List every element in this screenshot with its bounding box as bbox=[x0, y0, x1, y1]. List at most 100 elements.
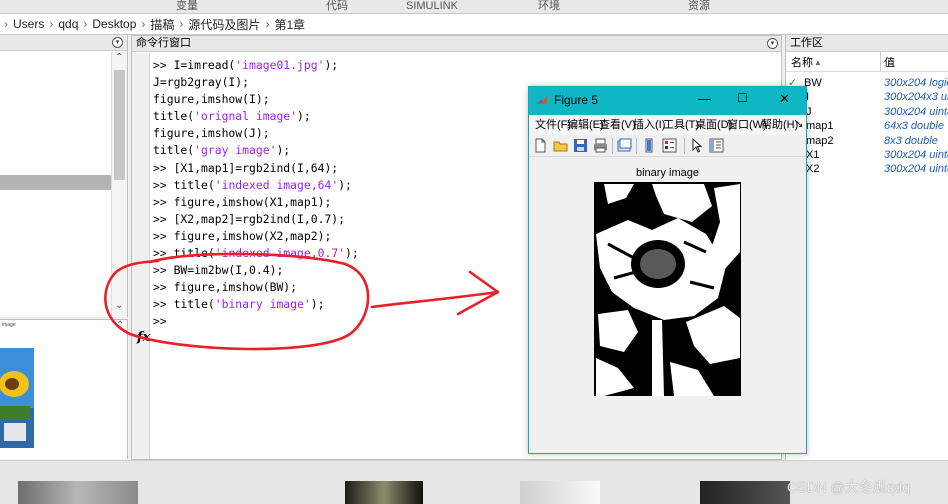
workspace-row-map2[interactable]: map2 8x3 double bbox=[786, 134, 948, 148]
colorbar-icon[interactable] bbox=[642, 138, 657, 153]
workspace-row-x2[interactable]: X2 300x204 uint8 bbox=[786, 162, 948, 176]
axes-title: binary image bbox=[636, 167, 699, 179]
breadcrumb-desktop[interactable]: Desktop bbox=[92, 17, 136, 31]
section-variable[interactable]: 变量 bbox=[176, 0, 198, 14]
workspace-row-bw[interactable]: ✓BW300x204 logical bbox=[786, 76, 948, 90]
code-text: >> title( bbox=[153, 246, 215, 261]
command-line[interactable]: >> title('indexed image,64'); bbox=[153, 177, 359, 194]
folder-scrollbar[interactable]: ⌃ ⌄ bbox=[111, 52, 127, 316]
pointer-edit-icon[interactable] bbox=[689, 138, 704, 153]
section-simulink[interactable]: SIMULINK bbox=[406, 0, 458, 14]
save-icon[interactable] bbox=[573, 138, 588, 153]
command-line[interactable]: J=rgb2gray(I); bbox=[153, 74, 359, 91]
command-line[interactable]: figure,imshow(I); bbox=[153, 91, 359, 108]
code-text: ); bbox=[338, 177, 352, 192]
current-folder-address-bar[interactable]: › Users › qdq › Desktop › 描稿 › 源代码及图片 › … bbox=[0, 14, 948, 35]
string-literal: 'indexed image,64' bbox=[214, 177, 339, 192]
binary-sunflower-image[interactable] bbox=[594, 182, 741, 396]
menu-help[interactable]: 帮助(H) bbox=[761, 115, 798, 135]
menu-tools[interactable]: 工具(T) bbox=[663, 115, 699, 135]
command-line[interactable]: figure,imshow(J); bbox=[153, 125, 359, 142]
command-line[interactable]: >> bbox=[153, 313, 359, 330]
section-resources[interactable]: 资源 bbox=[688, 0, 710, 14]
menu-overflow-icon[interactable]: ↘ bbox=[795, 115, 803, 135]
command-line[interactable]: >> figure,imshow(X2,map2); bbox=[153, 228, 359, 245]
close-icon[interactable]: ✕ bbox=[779, 91, 790, 107]
command-line[interactable]: title('orignal image'); bbox=[153, 108, 359, 125]
string-literal: 'indexed image,0.7' bbox=[214, 246, 346, 261]
command-history[interactable]: >> I=imread('image01.jpg'); J=rgb2gray(I)… bbox=[153, 57, 359, 331]
panel-menu-icon[interactable]: ▾ bbox=[112, 37, 123, 48]
open-file-icon[interactable] bbox=[553, 138, 568, 153]
breadcrumb-separator: › bbox=[265, 17, 270, 31]
scrollbar-thumb[interactable] bbox=[114, 70, 125, 180]
function-browser-icon[interactable]: fx bbox=[137, 330, 150, 345]
command-line[interactable]: >> BW=im2bw(I,0.4); bbox=[153, 262, 359, 279]
breadcrumb-chapter1[interactable]: 第1章 bbox=[274, 16, 305, 33]
command-line[interactable]: >> [X2,map2]=rgb2ind(I,0.7); bbox=[153, 211, 359, 228]
breadcrumb-source-folder[interactable]: 源代码及图片 bbox=[188, 16, 260, 33]
code-text: ); bbox=[310, 297, 325, 312]
breadcrumb-users[interactable]: Users bbox=[13, 17, 44, 31]
figure-thumbnail[interactable] bbox=[345, 481, 423, 504]
command-line[interactable]: >> figure,imshow(X1,map1); bbox=[153, 194, 359, 211]
link-plot-icon[interactable] bbox=[617, 138, 632, 153]
chevron-up-icon[interactable]: ⌃ bbox=[116, 320, 124, 331]
menu-insert[interactable]: 插入(I) bbox=[633, 115, 665, 135]
figure-thumbnail[interactable] bbox=[18, 481, 138, 504]
variable-name: X1 bbox=[806, 149, 820, 161]
variable-name: map2 bbox=[806, 134, 834, 147]
figure-thumbnail[interactable] bbox=[520, 481, 600, 504]
print-icon[interactable] bbox=[593, 138, 608, 153]
legend-icon[interactable] bbox=[662, 138, 677, 153]
command-line[interactable]: >> figure,imshow(BW); bbox=[153, 279, 359, 296]
command-line[interactable]: >> I=imread('image01.jpg'); bbox=[153, 57, 359, 74]
scroll-up-icon[interactable]: ⌃ bbox=[115, 52, 123, 63]
preview-label: image bbox=[2, 322, 16, 328]
breadcrumb-drafts[interactable]: 描稿 bbox=[150, 16, 174, 33]
breadcrumb-qdq[interactable]: qdq bbox=[58, 17, 78, 31]
code-text: >> BW=im2bw(I,0.4); bbox=[153, 263, 284, 278]
workspace-row-map1[interactable]: map1 64x3 double bbox=[786, 119, 948, 133]
command-window-header: 命令行窗口 ▾ bbox=[132, 36, 781, 52]
workspace-panel: 工作区 名称 ▲ 值 ✓BW300x204 logicalI300x204x3 … bbox=[785, 35, 948, 460]
variable-name: map1 bbox=[806, 120, 834, 133]
workspace-column-headers: 名称 ▲ 值 bbox=[786, 52, 948, 72]
selected-file-row[interactable] bbox=[0, 175, 111, 190]
code-text: >> figure,imshow(X1,map1); bbox=[153, 194, 332, 209]
variable-value: 300x204 uint8 bbox=[884, 105, 948, 118]
workspace-title: 工作区 bbox=[790, 37, 823, 49]
property-inspector-icon[interactable] bbox=[709, 138, 724, 153]
file-details-panel: ⌃ image bbox=[0, 319, 128, 459]
command-line[interactable]: >> title('indexed image,0.7'); bbox=[153, 245, 359, 262]
variable-value: 300x204 uint8 bbox=[884, 163, 948, 176]
figure-thumbnail[interactable] bbox=[700, 481, 790, 504]
figure-toolbar bbox=[529, 135, 806, 157]
code-text: ); bbox=[276, 143, 291, 158]
column-header-value[interactable]: 值 bbox=[884, 55, 895, 71]
menu-file[interactable]: 文件(F) bbox=[535, 115, 571, 135]
command-line[interactable]: >> title('binary image'); bbox=[153, 296, 359, 313]
menu-view[interactable]: 查看(V) bbox=[599, 115, 636, 135]
workspace-row-i[interactable]: I300x204x3 uint8 bbox=[786, 90, 948, 104]
column-divider[interactable] bbox=[880, 52, 881, 71]
breadcrumb-separator: › bbox=[49, 17, 54, 31]
column-header-name[interactable]: 名称 bbox=[791, 55, 813, 71]
workspace-row-x1[interactable]: X1 300x204 uint8 bbox=[786, 148, 948, 162]
figure-window[interactable]: Figure 5 — ☐ ✕ 文件(F) 编辑(E) 查看(V) 插入(I) 工… bbox=[528, 86, 807, 454]
section-code[interactable]: 代码 bbox=[326, 0, 348, 14]
section-environment[interactable]: 环境 bbox=[538, 0, 560, 14]
new-figure-icon[interactable] bbox=[533, 138, 548, 153]
workspace-header: 工作区 bbox=[786, 35, 948, 52]
figure-titlebar[interactable]: Figure 5 — ☐ ✕ bbox=[529, 87, 806, 115]
workspace-row-j[interactable]: J 300x204 uint8 bbox=[786, 105, 948, 119]
command-line[interactable]: >> [X1,map1]=rgb2ind(I,64); bbox=[153, 160, 359, 177]
scroll-down-icon[interactable]: ⌄ bbox=[115, 300, 123, 311]
panel-menu-icon[interactable]: ▾ bbox=[767, 38, 778, 49]
variable-value: 300x204x3 uint8 bbox=[884, 91, 948, 104]
command-line[interactable]: title('gray image'); bbox=[153, 142, 359, 159]
maximize-icon[interactable]: ☐ bbox=[737, 91, 748, 105]
minimize-icon[interactable]: — bbox=[698, 91, 711, 106]
figure-menubar: 文件(F) 编辑(E) 查看(V) 插入(I) 工具(T) 桌面(D) 窗口(W… bbox=[529, 115, 806, 135]
variable-value: 300x204 uint8 bbox=[884, 149, 948, 161]
